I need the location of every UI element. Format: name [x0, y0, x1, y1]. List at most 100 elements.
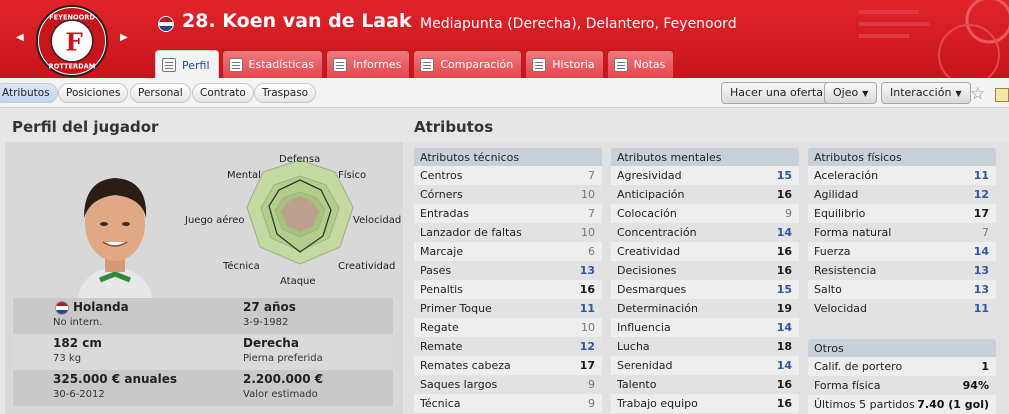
tab-estadisticas[interactable]: Estadísticas: [221, 50, 323, 78]
next-player-icon[interactable]: ▶: [120, 32, 128, 43]
attribute-row[interactable]: Serenidad 14: [611, 356, 799, 375]
attribute-row[interactable]: Resistencia 13: [808, 261, 996, 280]
attribute-row[interactable]: Forma física 94%: [808, 376, 996, 395]
compare-icon: [420, 57, 435, 72]
attribute-row[interactable]: Anticipación 16: [611, 185, 799, 204]
attribute-row[interactable]: Marcaje 6: [414, 242, 602, 261]
previous-player-icon[interactable]: ◀: [16, 32, 24, 43]
tab-perfil[interactable]: Perfil: [155, 50, 219, 78]
attribute-name: Penaltis: [420, 283, 463, 296]
attribute-row[interactable]: Concentración 14: [611, 223, 799, 242]
attribute-row[interactable]: Centros 7: [414, 166, 602, 185]
attribute-row[interactable]: Salto 13: [808, 280, 996, 299]
chevron-down-icon: ▼: [862, 89, 869, 98]
player-header: ◀ ▶ F FEYENOORD ROTTERDAM 28. Koen van d…: [0, 0, 1009, 78]
tab-informes[interactable]: Informes: [325, 50, 411, 78]
attribute-row[interactable]: Desmarques 15: [611, 280, 799, 299]
attribute-row[interactable]: Agilidad 12: [808, 185, 996, 204]
interaction-dropdown[interactable]: Interacción ▼: [881, 82, 971, 104]
radar-label-fisico: Físico: [338, 170, 367, 181]
attribute-name: Técnica: [420, 397, 461, 410]
attribute-name: Influencia: [617, 321, 671, 334]
attribute-value: 18: [776, 340, 792, 353]
attribute-row[interactable]: Córners 10: [414, 185, 602, 204]
add-note-icon[interactable]: [995, 88, 1009, 102]
attribute-name: Remate: [420, 340, 463, 353]
attribute-row[interactable]: Talento 16: [611, 375, 799, 394]
attribute-row[interactable]: Remates cabeza 17: [414, 356, 602, 375]
physical-attributes: Atributos físicos Aceleración 11 Agilidad 1…: [808, 148, 996, 318]
svg-text:F: F: [65, 27, 83, 56]
attribute-name: Centros: [420, 169, 463, 182]
scout-dropdown[interactable]: Ojeo ▼: [824, 82, 878, 104]
player-position: Mediapunta (Derecha), Delantero, Feyenoo…: [420, 16, 737, 32]
attribute-row[interactable]: Penaltis 16: [414, 280, 602, 299]
others-header: Otros: [808, 339, 996, 357]
attribute-name: Concentración: [617, 226, 697, 239]
nationality[interactable]: Holanda: [53, 300, 203, 314]
radar-label-defensa: Defensa: [279, 154, 321, 165]
radar-label-tecnica: Técnica: [223, 261, 260, 272]
attribute-name: Fuerza: [814, 245, 851, 258]
club-crest-icon[interactable]: F FEYENOORD ROTTERDAM: [36, 5, 108, 77]
attribute-row[interactable]: Remate 12: [414, 337, 602, 356]
subtab-personal[interactable]: Personal: [130, 83, 191, 103]
attribute-value: 13: [579, 264, 595, 277]
subtab-posiciones[interactable]: Posiciones: [58, 83, 129, 103]
attribute-row[interactable]: Trabajo equipo 16: [611, 394, 799, 413]
attribute-name: Forma física: [814, 379, 881, 392]
attribute-name: Agresividad: [617, 169, 682, 182]
report-icon: [332, 57, 347, 72]
attribute-row[interactable]: Regate 10: [414, 318, 602, 337]
age: 27 años: [243, 300, 296, 314]
attribute-row[interactable]: Colocación 9: [611, 204, 799, 223]
header-decoration: [859, 0, 1009, 78]
player-info-grid: Holanda No intern. 27 años 3-9-1982 182 …: [13, 298, 393, 406]
attribute-row[interactable]: Influencia 14: [611, 318, 799, 337]
subtab-contrato[interactable]: Contrato: [192, 83, 254, 103]
attribute-row[interactable]: Creatividad 16: [611, 242, 799, 261]
attribute-row[interactable]: Pases 13: [414, 261, 602, 280]
attribute-name: Creatividad: [617, 245, 681, 258]
attribute-row[interactable]: Entradas 7: [414, 204, 602, 223]
estimated-value-label: Valor estimado: [243, 389, 318, 400]
tab-comparacion[interactable]: Comparación: [413, 50, 523, 78]
attribute-row[interactable]: Agresividad 15: [611, 166, 799, 185]
attribute-row[interactable]: Lucha 18: [611, 337, 799, 356]
attribute-row[interactable]: Velocidad 11: [808, 299, 996, 318]
attribute-value: 19: [776, 302, 792, 315]
attribute-name: Decisiones: [617, 264, 677, 277]
attribute-row[interactable]: Calif. de portero 1: [808, 357, 996, 376]
radar-label-creatividad: Creatividad: [338, 261, 396, 272]
attribute-row[interactable]: Saques largos 9: [414, 375, 602, 394]
subtab-atributos[interactable]: Atributos: [0, 83, 58, 103]
tab-historia[interactable]: Historia: [525, 50, 604, 78]
attribute-row[interactable]: Decisiones 16: [611, 261, 799, 280]
attribute-value: 11: [973, 302, 989, 315]
nation-flag-icon: [158, 16, 174, 32]
attribute-row[interactable]: Aceleración 11: [808, 166, 996, 185]
attribute-row[interactable]: Técnica 9: [414, 394, 602, 413]
attribute-value: 15: [776, 283, 792, 296]
subtab-traspaso[interactable]: Traspaso: [254, 83, 317, 103]
attribute-row[interactable]: Lanzador de faltas 10: [414, 223, 602, 242]
attribute-name: Calif. de portero: [814, 360, 903, 373]
attribute-row[interactable]: Fuerza 14: [808, 242, 996, 261]
attribute-row[interactable]: Últimos 5 partidos 7.40 (1 gol): [808, 395, 996, 414]
height: 182 cm: [53, 336, 102, 350]
make-offer-button[interactable]: Hacer una oferta: [721, 82, 832, 104]
attribute-row[interactable]: Primer Toque 11: [414, 299, 602, 318]
attribute-name: Equilibrio: [814, 207, 866, 220]
mental-attributes: Atributos mentales Agresividad 15 Anticipa…: [611, 148, 799, 413]
tab-notas[interactable]: Notas: [606, 50, 675, 78]
attribute-row[interactable]: Determinación 19: [611, 299, 799, 318]
attribute-row[interactable]: Forma natural 7: [808, 223, 996, 242]
attribute-value: 10: [581, 226, 595, 239]
attribute-value: 14: [776, 226, 792, 239]
attribute-row[interactable]: Equilibrio 17: [808, 204, 996, 223]
physical-header: Atributos físicos: [808, 148, 996, 166]
shortlist-star-icon[interactable]: ☆: [970, 84, 985, 104]
mental-header: Atributos mentales: [611, 148, 799, 166]
wage: 325.000 € anuales: [53, 372, 178, 386]
notes-icon: [613, 57, 628, 72]
